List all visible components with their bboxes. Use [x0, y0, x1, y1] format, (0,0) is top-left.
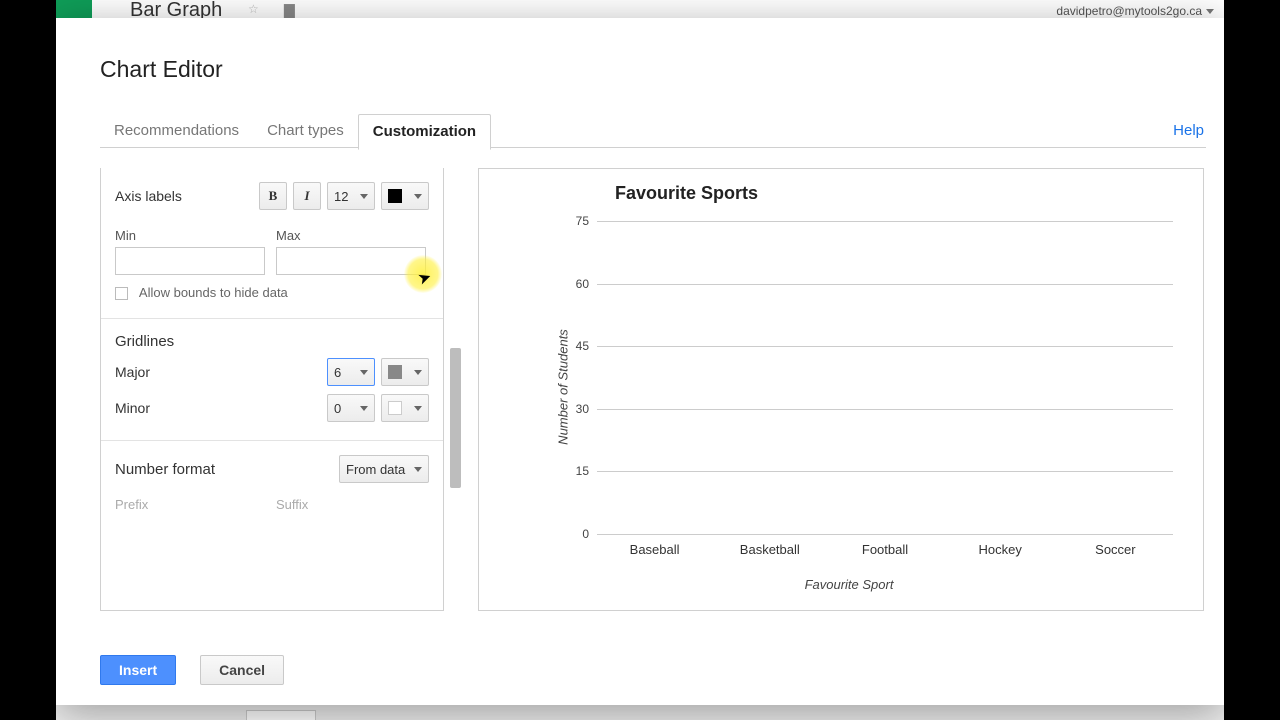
chevron-down-icon: [360, 194, 368, 199]
account-menu[interactable]: davidpetro@mytools2go.ca: [1056, 4, 1214, 18]
chevron-down-icon: [360, 370, 368, 375]
axis-labels-title: Axis labels: [115, 188, 182, 204]
bold-button[interactable]: B: [259, 182, 287, 210]
minor-label: Minor: [115, 400, 150, 416]
minor-gridlines-select[interactable]: 0: [327, 394, 375, 422]
gridlines-title: Gridlines: [115, 333, 429, 350]
cancel-button[interactable]: Cancel: [200, 655, 284, 685]
italic-button[interactable]: I: [293, 182, 321, 210]
chevron-down-icon: [360, 406, 368, 411]
x-tick-label: Basketball: [740, 542, 800, 557]
font-size-value: 12: [334, 189, 348, 204]
max-input[interactable]: [276, 247, 426, 275]
gridline: [597, 534, 1173, 535]
major-gridlines-color[interactable]: [381, 358, 429, 386]
major-label: Major: [115, 364, 150, 380]
section-number-format: Number format From data Prefix Suffix: [101, 441, 443, 534]
prefix-label: Prefix: [115, 497, 268, 512]
y-tick-label: 45: [576, 339, 589, 353]
star-icon[interactable]: ☆: [248, 2, 259, 16]
x-tick-label: Soccer: [1095, 542, 1135, 557]
min-label: Min: [115, 228, 268, 243]
minor-gridlines-color[interactable]: [381, 394, 429, 422]
help-link[interactable]: Help: [1173, 122, 1204, 139]
major-gridlines-select[interactable]: 6: [327, 358, 375, 386]
suffix-label: Suffix: [276, 497, 429, 512]
user-email: davidpetro@mytools2go.ca: [1056, 4, 1202, 18]
y-tick-label: 60: [576, 277, 589, 291]
insert-button[interactable]: Insert: [100, 655, 176, 685]
number-format-select[interactable]: From data: [339, 455, 429, 483]
x-axis-label: Favourite Sport: [805, 577, 894, 592]
color-swatch-icon: [388, 365, 402, 379]
y-tick-label: 30: [576, 402, 589, 416]
number-format-value: From data: [346, 462, 405, 477]
font-size-select[interactable]: 12: [327, 182, 375, 210]
tab-chart-types[interactable]: Chart types: [253, 114, 358, 148]
y-tick-label: 15: [576, 464, 589, 478]
chevron-down-icon: [414, 370, 422, 375]
modal-tab-bar: Recommendations Chart types Customizatio…: [100, 114, 1206, 148]
chart-title: Favourite Sports: [615, 183, 1183, 204]
x-tick-label: Hockey: [979, 542, 1022, 557]
tab-customization[interactable]: Customization: [358, 114, 491, 150]
font-color-select[interactable]: [381, 182, 429, 210]
allow-bounds-checkbox[interactable]: [115, 287, 128, 300]
sheet-tab[interactable]: [246, 710, 316, 720]
chart-plot: 01530456075BaseballBasketballFootballHoc…: [597, 221, 1173, 534]
chart-preview: Favourite Sports Number of Students Favo…: [478, 168, 1204, 611]
min-input[interactable]: [115, 247, 265, 275]
modal-title: Chart Editor: [100, 56, 223, 83]
number-format-title: Number format: [115, 461, 215, 478]
chevron-down-icon: [414, 406, 422, 411]
color-swatch-icon: [388, 189, 402, 203]
color-swatch-icon: [388, 401, 402, 415]
bars-container: [597, 221, 1173, 534]
section-axis-labels: Axis labels B I 12 Min: [101, 168, 443, 319]
tab-recommendations[interactable]: Recommendations: [100, 114, 253, 148]
x-tick-label: Football: [862, 542, 908, 557]
customization-panel: Axis labels B I 12 Min: [100, 168, 444, 611]
max-label: Max: [276, 228, 429, 243]
axis-labels-toolbar: B I 12: [259, 182, 429, 210]
app-logo: [56, 0, 92, 18]
chevron-down-icon: [414, 194, 422, 199]
allow-bounds-label: Allow bounds to hide data: [139, 285, 288, 300]
minor-gridlines-value: 0: [334, 401, 341, 416]
x-tick-label: Baseball: [630, 542, 680, 557]
panel-scrollbar[interactable]: [450, 348, 461, 488]
chart-editor-modal: Chart Editor Recommendations Chart types…: [56, 18, 1224, 705]
chevron-down-icon: [414, 467, 422, 472]
y-tick-label: 0: [582, 527, 589, 541]
sheet-tab-bar: [56, 705, 1224, 720]
y-tick-label: 75: [576, 214, 589, 228]
y-axis-label: Number of Students: [555, 329, 570, 445]
section-gridlines: Gridlines Major 6 Minor: [101, 319, 443, 441]
major-gridlines-value: 6: [334, 365, 341, 380]
folder-icon[interactable]: ▇: [284, 2, 295, 19]
